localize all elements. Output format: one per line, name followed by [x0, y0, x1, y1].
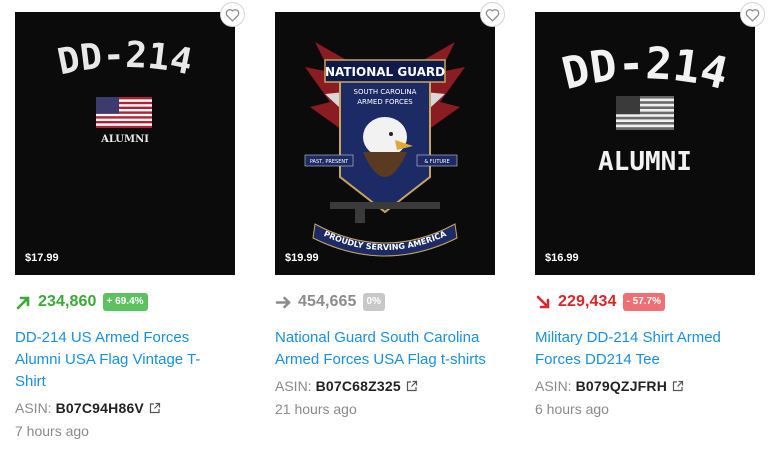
asin-label: ASIN:	[275, 378, 312, 394]
asin-label: ASIN:	[15, 400, 52, 416]
heart-icon	[745, 8, 760, 22]
asin-value: B07C94H86V	[55, 400, 144, 416]
heart-icon	[485, 8, 500, 22]
svg-text:ALUMNI: ALUMNI	[100, 134, 149, 145]
rank-change-badge: - 57.7%	[622, 293, 666, 311]
favorite-button[interactable]	[740, 2, 765, 27]
favorite-button[interactable]	[480, 2, 505, 27]
us-flag-grayscale-icon	[616, 96, 674, 130]
product-title-link[interactable]: DD-214 US Armed Forces Alumni USA Flag V…	[15, 327, 230, 393]
updated-time: 6 hours ago	[535, 401, 609, 417]
product-card[interactable]: DD-214 ALUMNI $17.99 234,860 + 69.4% DD-…	[15, 2, 245, 442]
product-image[interactable]: DD-214 ALUMNI $17.99	[15, 12, 235, 275]
asin-value: B07C68Z325	[315, 378, 401, 394]
svg-text:ALUMNI: ALUMNI	[598, 147, 692, 177]
product-title-link[interactable]: Military DD-214 Shirt Armed Forces DD214…	[535, 327, 750, 371]
svg-text:NATIONAL GUARD: NATIONAL GUARD	[325, 65, 445, 79]
external-link-icon[interactable]	[672, 380, 684, 392]
asin-row: ASIN: B07C68Z325	[275, 375, 495, 397]
rank-change-badge: 0%	[362, 293, 385, 311]
svg-text:ARMED FORCES: ARMED FORCES	[357, 98, 413, 106]
bsr-row: 234,860 + 69.4%	[15, 292, 235, 312]
arrow-down-right-icon	[536, 295, 550, 308]
arrow-right-icon	[275, 296, 291, 308]
svg-text:PAST, PRESENT: PAST, PRESENT	[310, 159, 349, 165]
sales-rank: 229,434	[558, 293, 617, 310]
shirt-design-dd214-vintage: DD-214 ALUMNI	[15, 12, 235, 275]
product-image[interactable]: DD-214 ALUMNI $16.99	[535, 12, 755, 275]
rank-change-badge: + 69.4%	[102, 293, 148, 311]
price-label: $17.99	[25, 252, 59, 264]
updated-time: 21 hours ago	[275, 401, 357, 417]
shirt-design-dd214-grayscale: DD-214 ALUMNI	[535, 12, 755, 275]
price-label: $16.99	[545, 252, 579, 264]
product-card[interactable]: DD-214 ALUMNI $16.99 229,434 - 57.7% Mil…	[535, 2, 765, 420]
external-link-icon[interactable]	[406, 380, 418, 392]
product-title-link[interactable]: National Guard South Carolina Armed Forc…	[275, 327, 490, 371]
asin-label: ASIN:	[535, 378, 572, 394]
bsr-row: 454,665 0%	[275, 292, 495, 312]
asin-value: B079QZJFRH	[575, 378, 668, 394]
price-label: $19.99	[285, 252, 319, 264]
updated-time: 7 hours ago	[15, 423, 89, 439]
favorite-button[interactable]	[220, 2, 245, 27]
arrow-up-right-icon	[16, 296, 30, 309]
bsr-row: 229,434 - 57.7%	[535, 292, 755, 312]
external-link-icon[interactable]	[149, 402, 161, 414]
product-card[interactable]: NATIONAL GUARD SOUTH CAROLINA ARMED FORC…	[275, 2, 505, 420]
us-flag-icon	[96, 97, 152, 128]
svg-text:& FUTURE: & FUTURE	[424, 159, 449, 165]
svg-text:SOUTH CAROLINA: SOUTH CAROLINA	[354, 88, 417, 96]
asin-row: ASIN: B079QZJFRH	[535, 375, 755, 397]
shirt-design-national-guard-eagle: NATIONAL GUARD SOUTH CAROLINA ARMED FORC…	[275, 12, 495, 275]
product-image[interactable]: NATIONAL GUARD SOUTH CAROLINA ARMED FORC…	[275, 12, 495, 275]
sales-rank: 454,665	[298, 293, 357, 310]
sales-rank: 234,860	[38, 293, 97, 310]
asin-row: ASIN: B07C94H86V	[15, 397, 235, 419]
heart-icon	[225, 8, 240, 22]
